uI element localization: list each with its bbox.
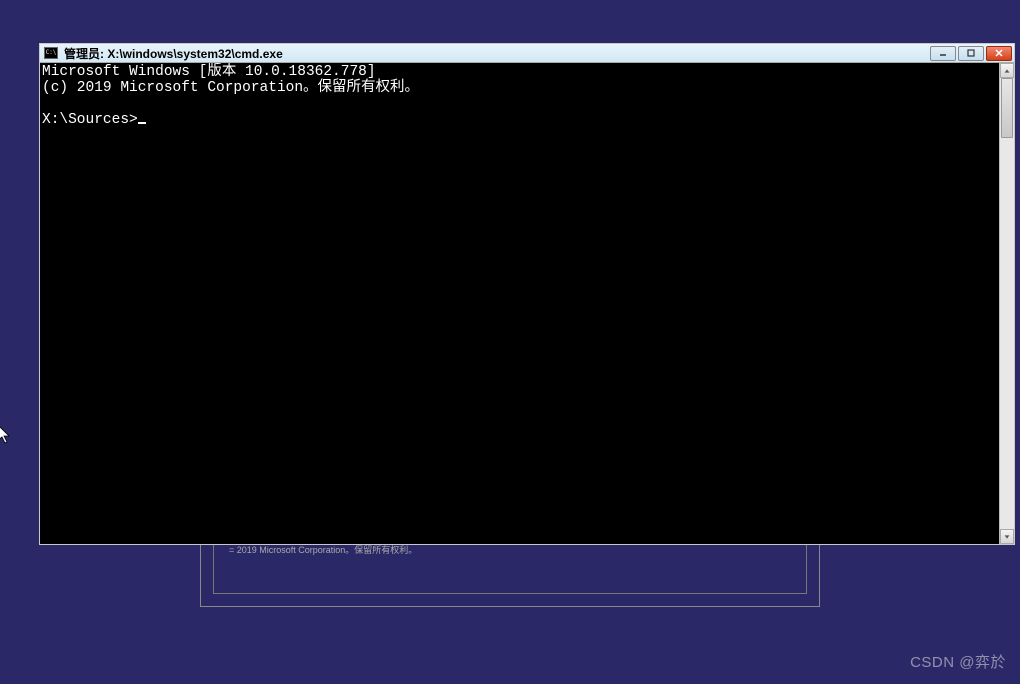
scroll-track[interactable] <box>1000 78 1014 529</box>
maximize-button[interactable] <box>958 46 984 61</box>
window-title: 管理员: X:\windows\system32\cmd.exe <box>64 45 930 62</box>
cmd-body: Microsoft Windows [版本 10.0.18362.778] (c… <box>40 63 1014 544</box>
vertical-scrollbar[interactable] <box>999 63 1014 544</box>
prompt: X:\Sources> <box>42 112 138 128</box>
window-controls <box>930 46 1012 61</box>
terminal-output[interactable]: Microsoft Windows [版本 10.0.18362.778] (c… <box>40 63 999 544</box>
output-line-1: Microsoft Windows [版本 10.0.18362.778] <box>42 64 376 80</box>
minimize-button[interactable] <box>930 46 956 61</box>
title-bar[interactable]: C:\ 管理员: X:\windows\system32\cmd.exe <box>40 44 1014 63</box>
mouse-cursor-icon <box>0 425 12 445</box>
cmd-icon: C:\ <box>44 47 58 59</box>
watermark-text: CSDN @弈於 <box>910 651 1006 672</box>
output-line-2: (c) 2019 Microsoft Corporation。保留所有权利。 <box>42 80 419 96</box>
cmd-window: C:\ 管理员: X:\windows\system32\cmd.exe Mic… <box>39 43 1015 545</box>
scroll-down-button[interactable] <box>1000 529 1014 544</box>
scroll-thumb[interactable] <box>1001 78 1013 138</box>
scroll-up-button[interactable] <box>1000 63 1014 78</box>
text-cursor <box>138 122 146 124</box>
close-button[interactable] <box>986 46 1012 61</box>
